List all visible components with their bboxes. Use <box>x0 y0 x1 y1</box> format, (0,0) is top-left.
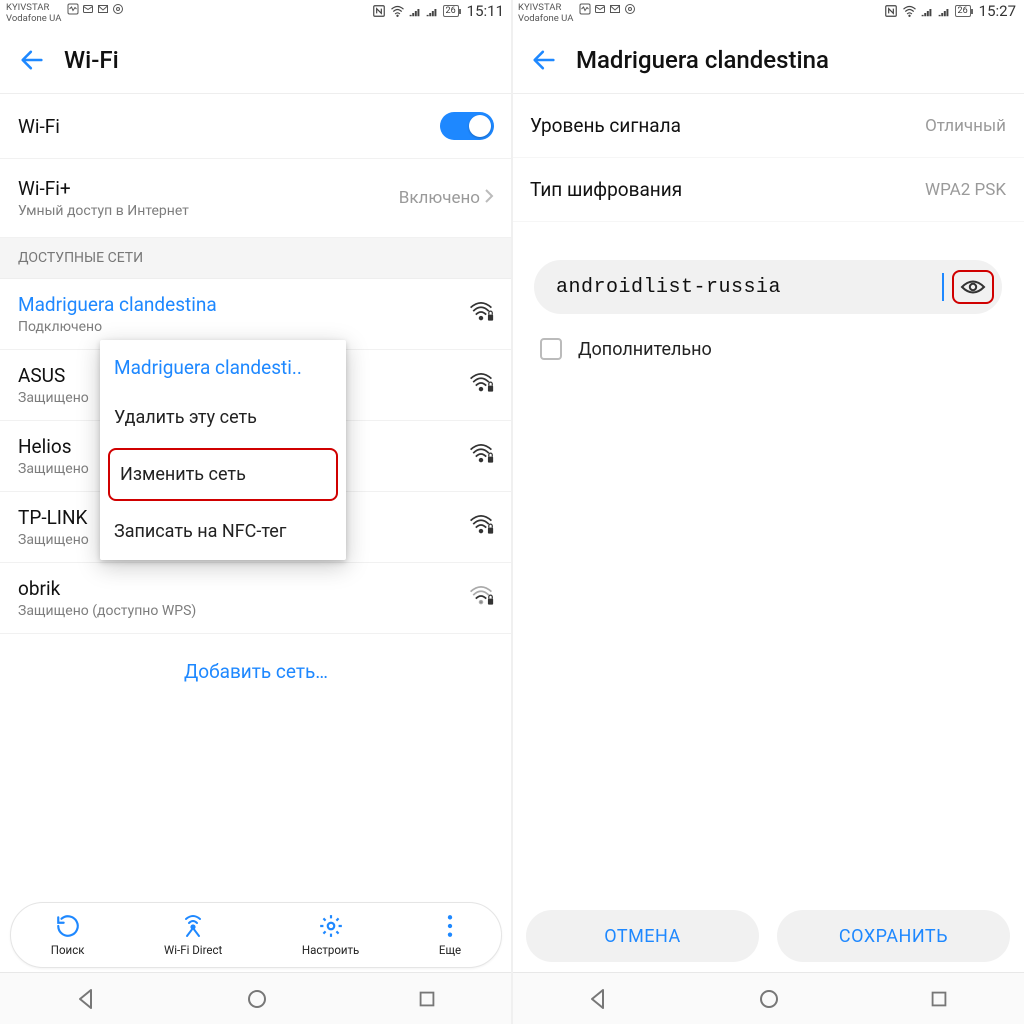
context-menu-title: Madriguera clandesti.. <box>100 340 346 389</box>
mail-icon <box>594 3 606 15</box>
wifi-status-icon <box>902 5 917 17</box>
gmail-icon <box>609 3 621 15</box>
activity-icon <box>67 3 79 15</box>
encryption-row: Тип шифрования WPA2 PSK <box>512 158 1024 222</box>
signal-2-icon <box>938 5 951 17</box>
advanced-checkbox-row[interactable]: Дополнительно <box>540 338 996 360</box>
password-input[interactable] <box>556 276 944 299</box>
password-field[interactable] <box>534 260 1002 314</box>
page-title: Wi-Fi <box>64 46 119 74</box>
signal-value: Отличный <box>925 116 1006 136</box>
save-button[interactable]: СОХРАНИТЬ <box>777 910 1010 962</box>
nav-recent-icon[interactable] <box>928 988 950 1010</box>
network-context-menu: Madriguera clandesti.. Удалить эту сеть … <box>100 340 346 560</box>
toolbar-refresh[interactable]: Поиск <box>51 913 85 957</box>
network-status: Защищено <box>18 390 89 406</box>
eye-icon <box>960 278 986 296</box>
context-menu-nfc[interactable]: Записать на NFC-тег <box>100 503 346 560</box>
add-network-button[interactable]: Добавить сеть… <box>0 634 512 709</box>
network-name: TP-LINK <box>18 506 89 529</box>
bottom-toolbar: Поиск Wi-Fi Direct Настроить Еще <box>10 902 502 968</box>
screen-network-edit: KYIVSTAR Vodafone UA 26 15:27 <box>512 0 1024 1024</box>
encryption-label: Тип шифрования <box>530 178 682 201</box>
toolbar-wifi-direct[interactable]: Wi-Fi Direct <box>164 913 222 957</box>
network-name: Madriguera clandestina <box>18 293 217 316</box>
nav-back-icon[interactable] <box>586 987 610 1011</box>
toolbar-settings[interactable]: Настроить <box>302 913 359 957</box>
mail-icon <box>82 3 94 15</box>
nav-home-icon[interactable] <box>245 987 269 1011</box>
wifi-lock-icon <box>468 372 494 398</box>
wifi-toggle[interactable] <box>440 112 494 140</box>
wifi-lock-icon <box>468 301 494 327</box>
network-status: Подключено <box>18 319 217 335</box>
signal-label: Уровень сигнала <box>530 114 681 137</box>
clock: 15:27 <box>979 2 1016 20</box>
network-status: Защищено <box>18 532 89 548</box>
network-status: Защищено <box>18 461 89 477</box>
wifi-lock-icon <box>468 443 494 469</box>
wifi-label: Wi-Fi <box>18 115 60 138</box>
chevron-right-icon <box>484 188 494 209</box>
show-password-button[interactable] <box>952 270 994 304</box>
back-icon[interactable] <box>18 46 46 74</box>
context-menu-forget[interactable]: Удалить эту сеть <box>100 389 346 446</box>
network-name: ASUS <box>18 364 89 387</box>
clock: 15:11 <box>467 2 504 20</box>
wifi-plus-value: Включено <box>399 188 480 208</box>
context-menu-modify[interactable]: Изменить сеть <box>108 448 338 501</box>
nfc-icon <box>884 4 898 18</box>
battery-icon: 26 <box>955 5 971 17</box>
encryption-value: WPA2 PSK <box>925 180 1006 200</box>
activity-icon <box>579 3 591 15</box>
wifi-plus-row[interactable]: Wi-Fi+ Умный доступ в Интернет Включено <box>0 159 512 238</box>
carrier-2: Vodafone UA <box>6 13 61 24</box>
system-nav-bar <box>0 972 512 1024</box>
app-header: Wi-Fi <box>0 26 512 94</box>
screen-wifi-list: KYIVSTAR Vodafone UA 26 15:11 <box>0 0 512 1024</box>
status-bar: KYIVSTAR Vodafone UA 26 15:11 <box>0 0 512 26</box>
signal-row: Уровень сигнала Отличный <box>512 94 1024 158</box>
wifi-plus-sub: Умный доступ в Интернет <box>18 203 189 219</box>
wifi-status-icon <box>390 5 405 17</box>
wifi-lock-icon <box>468 514 494 540</box>
carrier-1: KYIVSTAR <box>6 2 61 13</box>
signal-2-icon <box>426 5 439 17</box>
chrome-icon <box>624 3 636 15</box>
chrome-icon <box>112 3 124 15</box>
gmail-icon <box>97 3 109 15</box>
back-icon[interactable] <box>530 46 558 74</box>
advanced-checkbox[interactable] <box>540 338 562 360</box>
carrier-1: KYIVSTAR <box>518 2 573 13</box>
battery-icon: 26 <box>443 5 459 17</box>
signal-1-icon <box>409 5 422 17</box>
network-name: obrik <box>18 577 196 600</box>
nav-back-icon[interactable] <box>74 987 98 1011</box>
nav-recent-icon[interactable] <box>416 988 438 1010</box>
text-caret <box>942 273 944 301</box>
network-name: Helios <box>18 435 89 458</box>
wifi-lock-icon <box>468 585 494 611</box>
status-bar: KYIVSTAR Vodafone UA 26 15:27 <box>512 0 1024 26</box>
system-nav-bar <box>512 972 1024 1024</box>
app-header: Madriguera clandestina <box>512 26 1024 94</box>
available-networks-header: ДОСТУПНЫЕ СЕТИ <box>0 238 512 279</box>
nfc-icon <box>372 4 386 18</box>
network-row[interactable]: obrik Защищено (доступно WPS) <box>0 563 512 634</box>
cancel-button[interactable]: ОТМЕНА <box>526 910 759 962</box>
wifi-plus-label: Wi-Fi+ <box>18 177 189 200</box>
network-status: Защищено (доступно WPS) <box>18 603 196 619</box>
advanced-label: Дополнительно <box>578 339 712 360</box>
carrier-2: Vodafone UA <box>518 13 573 24</box>
nav-home-icon[interactable] <box>757 987 781 1011</box>
wifi-toggle-row[interactable]: Wi-Fi <box>0 94 512 159</box>
signal-1-icon <box>921 5 934 17</box>
toolbar-more[interactable]: Еще <box>439 913 461 957</box>
page-title: Madriguera clandestina <box>576 46 829 74</box>
